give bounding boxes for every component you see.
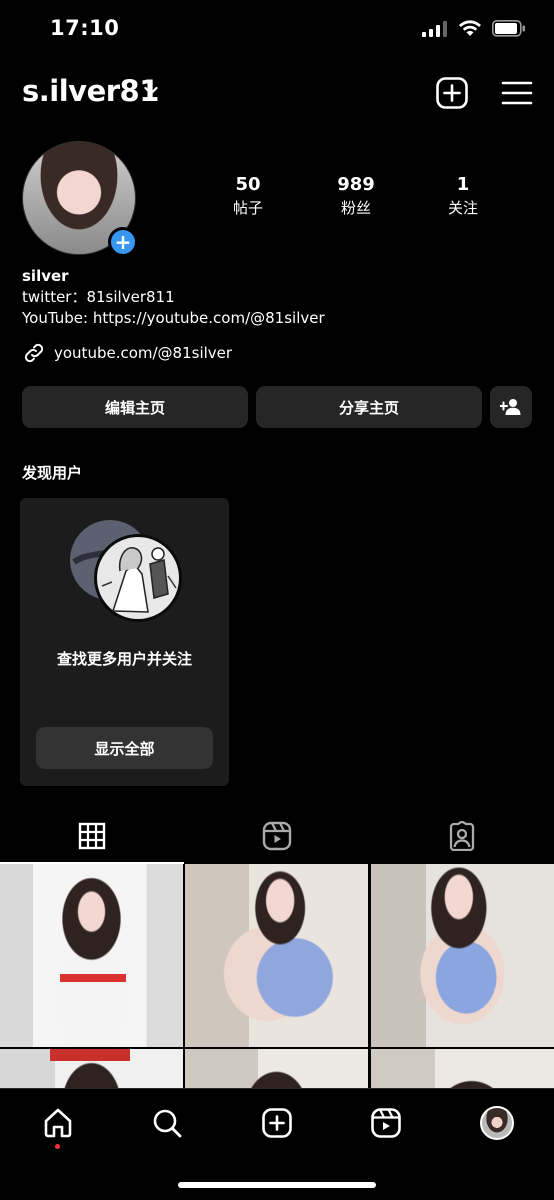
post-photo [0, 864, 183, 1047]
status-bar: 17:10 [0, 0, 554, 60]
stat-posts[interactable]: 50 帖子 [203, 174, 293, 218]
discover-people-title: 发现用户 [22, 464, 83, 482]
stat-followers-label: 粉丝 [340, 199, 371, 217]
profile-avatar [480, 1106, 514, 1140]
stat-posts-value: 50 [235, 174, 261, 195]
bio: silver twitter：81silver811 YouTube: http… [22, 266, 325, 329]
status-time: 17:10 [50, 16, 120, 40]
reels-icon [262, 821, 292, 851]
stat-following-label: 关注 [447, 199, 478, 217]
profile-link-text[interactable]: youtube.com/@81silver [54, 344, 232, 362]
wifi-icon [459, 20, 481, 36]
post-photo [185, 1049, 368, 1089]
profile-avatar-container[interactable]: + [22, 141, 138, 257]
see-all-button[interactable]: 显示全部 [36, 727, 213, 769]
nav-profile[interactable] [479, 1105, 515, 1141]
bio-line: YouTube: https://youtube.com/@81silver [22, 309, 325, 327]
edit-profile-button[interactable]: 编辑主页 [22, 386, 248, 428]
nav-search[interactable] [149, 1105, 185, 1141]
post-detail-red [50, 1049, 130, 1061]
tab-tagged[interactable] [370, 808, 554, 864]
battery-icon [492, 20, 525, 37]
content-tabs [0, 808, 554, 864]
stat-following[interactable]: 1 关注 [418, 174, 508, 218]
home-icon [44, 1108, 72, 1138]
suggested-users-illustration [70, 520, 182, 622]
post-detail-red [60, 974, 126, 982]
stat-following-value: 1 [456, 174, 470, 195]
grid-post[interactable] [371, 864, 554, 1047]
grid-post[interactable] [371, 1049, 554, 1089]
search-icon [153, 1109, 182, 1138]
new-post-icon[interactable] [435, 76, 469, 110]
home-indicator [178, 1182, 376, 1188]
nav-home[interactable] [40, 1105, 76, 1141]
grid-post[interactable] [0, 864, 183, 1047]
stat-followers[interactable]: 989 粉丝 [311, 174, 401, 218]
grid-post[interactable] [185, 1049, 368, 1089]
grid-icon [78, 822, 106, 850]
display-name: silver [22, 267, 69, 285]
notification-dot [55, 1144, 60, 1149]
suggested-users-text: 查找更多用户并关注 [56, 650, 192, 668]
menu-icon[interactable] [500, 76, 534, 110]
chevron-down-icon[interactable] [144, 86, 158, 96]
grid-post[interactable] [0, 1049, 183, 1089]
bio-line: twitter：81silver811 [22, 288, 175, 306]
add-person-icon [500, 399, 521, 415]
create-icon [262, 1108, 292, 1138]
post-photo [371, 864, 554, 1047]
profile-header: s.ilver81 [0, 72, 554, 116]
post-photo [185, 864, 368, 1047]
profile-link[interactable]: youtube.com/@81silver [22, 341, 232, 365]
add-story-button[interactable]: + [108, 227, 138, 257]
grid-post[interactable] [185, 864, 368, 1047]
stat-followers-value: 989 [337, 174, 375, 195]
reels-icon [371, 1108, 401, 1138]
nav-create[interactable] [259, 1105, 295, 1141]
cellular-signal-icon [422, 20, 447, 37]
posts-grid [0, 864, 554, 1089]
nav-reels[interactable] [368, 1105, 404, 1141]
tab-posts-grid[interactable] [0, 808, 184, 864]
post-photo [371, 1049, 554, 1089]
share-profile-button[interactable]: 分享主页 [256, 386, 482, 428]
suggested-users-card: 查找更多用户并关注 显示全部 [20, 498, 229, 786]
stat-posts-label: 帖子 [232, 199, 263, 217]
discover-people-button[interactable] [490, 386, 532, 428]
tagged-icon [449, 821, 475, 851]
link-icon [24, 343, 44, 363]
tab-reels[interactable] [185, 808, 369, 864]
status-icons [422, 20, 526, 37]
username-switcher[interactable]: s.ilver81 [22, 74, 159, 108]
